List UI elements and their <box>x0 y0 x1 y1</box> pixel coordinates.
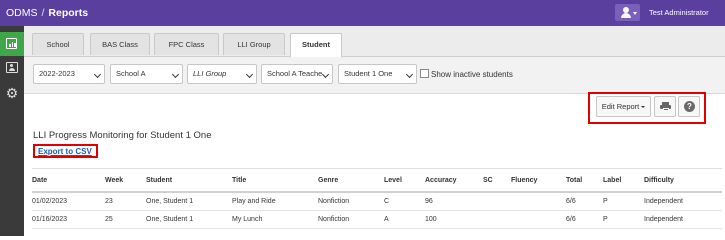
sidebar: ⚙ <box>0 26 24 236</box>
student-select[interactable]: Student 1 One <box>338 64 417 84</box>
table-header-row: Date Week Student Title Genre Level Accu… <box>32 168 722 193</box>
cell-week: 25 <box>105 210 146 229</box>
year-select-value: 2022-2023 <box>39 69 75 78</box>
chevron-down-icon <box>245 70 254 79</box>
user-menu-button[interactable] <box>615 4 640 21</box>
col-genre[interactable]: Genre <box>318 168 384 193</box>
app-name[interactable]: ODMS <box>6 7 38 19</box>
tab-fpc-class[interactable]: FPC Class <box>154 33 219 55</box>
cell-accuracy: 100 <box>425 210 483 229</box>
cell-genre: Nonfiction <box>318 210 384 229</box>
top-bar: ODMS / Reports Test Administrator <box>0 0 725 26</box>
show-inactive-toggle[interactable]: Show inactive students <box>420 69 513 79</box>
cell-level: C <box>384 192 425 211</box>
breadcrumb: ODMS / Reports <box>6 7 88 19</box>
col-accuracy[interactable]: Accuracy <box>425 168 483 193</box>
cell-difficulty: Independent <box>644 210 722 229</box>
caret-down-icon <box>633 12 637 15</box>
group-select[interactable]: LLI Group <box>187 64 257 84</box>
col-label[interactable]: Label <box>603 168 644 193</box>
col-student[interactable]: Student <box>146 168 232 193</box>
teacher-select-value: School A Teache <box>267 69 323 78</box>
tab-student[interactable]: Student <box>290 33 342 57</box>
progress-table: Date Week Student Title Genre Level Accu… <box>32 168 722 229</box>
edit-report-label: Edit Report <box>601 102 640 111</box>
teacher-select[interactable]: School A Teache <box>261 64 333 84</box>
print-icon <box>660 102 671 111</box>
school-select[interactable]: School A <box>110 64 183 84</box>
cell-fluency <box>511 192 566 211</box>
tab-bas-class[interactable]: BAS Class <box>90 33 150 55</box>
show-inactive-label: Show inactive students <box>431 70 513 79</box>
year-select[interactable]: 2022-2023 <box>33 64 105 84</box>
col-sc[interactable]: SC <box>483 168 511 193</box>
caret-down-icon <box>641 106 646 108</box>
col-level[interactable]: Level <box>384 168 425 193</box>
main-content: School BAS Class FPC Class LLI Group Stu… <box>24 26 725 236</box>
cell-label: P <box>603 210 644 229</box>
help-button[interactable]: ? <box>678 96 700 117</box>
cell-student: One, Student 1 <box>146 210 232 229</box>
filter-bar: 2022-2023 School A LLI Group School A Te… <box>24 57 725 94</box>
table-row: 01/16/2023 25 One, Student 1 My Lunch No… <box>32 210 722 229</box>
chevron-down-icon <box>405 70 414 79</box>
cell-accuracy: 96 <box>425 192 483 211</box>
col-difficulty[interactable]: Difficulty <box>644 168 722 193</box>
cell-total: 6/6 <box>566 192 603 211</box>
breadcrumb-separator: / <box>41 7 45 19</box>
cell-genre: Nonfiction <box>318 192 384 211</box>
cell-date: 01/02/2023 <box>32 192 105 211</box>
cell-level: A <box>384 210 425 229</box>
tab-school[interactable]: School <box>32 33 84 55</box>
cell-fluency <box>511 210 566 229</box>
cell-title: My Lunch <box>232 210 318 229</box>
print-button[interactable] <box>654 96 676 117</box>
id-card-icon <box>6 62 18 73</box>
cell-student: One, Student 1 <box>146 192 232 211</box>
col-total[interactable]: Total <box>566 168 603 193</box>
cell-sc <box>483 210 511 229</box>
report-tabs: School BAS Class FPC Class LLI Group Stu… <box>24 26 725 57</box>
user-name[interactable]: Test Administrator <box>649 8 709 17</box>
cell-label: P <box>603 192 644 211</box>
report-title: LLI Progress Monitoring for Student 1 On… <box>33 130 212 141</box>
chevron-down-icon <box>93 70 102 79</box>
cell-difficulty: Independent <box>644 192 722 211</box>
col-week[interactable]: Week <box>105 168 146 193</box>
school-select-value: School A <box>116 69 146 78</box>
col-fluency[interactable]: Fluency <box>511 168 566 193</box>
cell-week: 23 <box>105 192 146 211</box>
cell-sc <box>483 192 511 211</box>
cell-title: Play and Ride <box>232 192 318 211</box>
chevron-down-icon <box>171 70 180 79</box>
tab-lli-group[interactable]: LLI Group <box>223 33 285 55</box>
edit-report-button[interactable]: Edit Report <box>596 96 651 117</box>
group-select-value: LLI Group <box>193 69 227 78</box>
show-inactive-checkbox[interactable] <box>420 69 429 78</box>
help-icon: ? <box>684 101 695 112</box>
cell-date: 01/16/2023 <box>32 210 105 229</box>
student-select-value: Student 1 One <box>344 69 393 78</box>
chevron-down-icon <box>321 70 330 79</box>
sidebar-item-reports[interactable] <box>0 32 24 56</box>
gear-icon: ⚙ <box>5 85 19 101</box>
col-title[interactable]: Title <box>232 168 318 193</box>
bar-chart-icon <box>6 38 17 49</box>
sidebar-item-settings[interactable]: ⚙ <box>0 81 24 105</box>
table-row: 01/02/2023 23 One, Student 1 Play and Ri… <box>32 192 722 211</box>
export-csv-link[interactable]: Export to CSV <box>38 147 92 156</box>
sidebar-item-students[interactable] <box>0 56 24 80</box>
cell-total: 6/6 <box>566 210 603 229</box>
page-title: Reports <box>48 7 89 19</box>
col-date[interactable]: Date <box>32 168 105 193</box>
